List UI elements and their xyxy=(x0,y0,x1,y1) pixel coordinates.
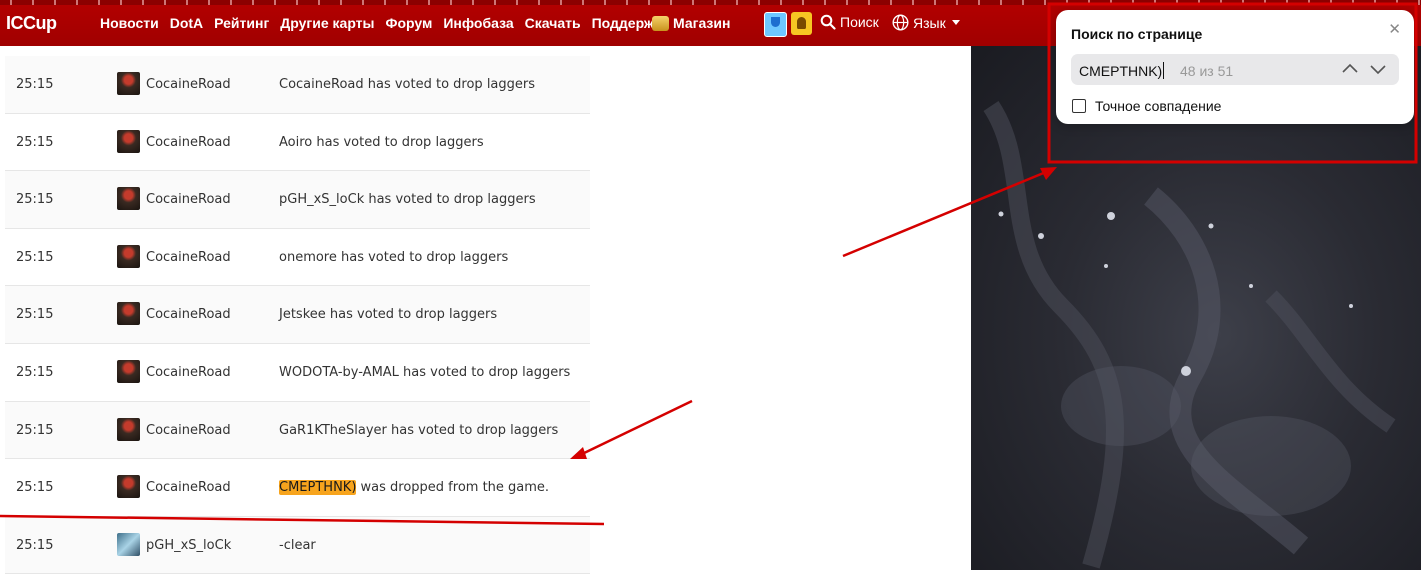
log-time: 25:15 xyxy=(16,192,54,208)
log-player[interactable]: CocaineRoad xyxy=(146,307,231,322)
globe-icon xyxy=(892,14,909,31)
game-log-table: 25:15 CocaineRoad CocaineRoad has voted … xyxy=(5,56,590,574)
garland-decoration xyxy=(0,0,1421,5)
log-message: GaR1KTheSlayer has voted to drop laggers xyxy=(279,422,559,438)
find-on-page-popup: Поиск по странице ✕ CMEPTHNK) 48 из 51 Т… xyxy=(1056,10,1414,124)
artwork-illustration xyxy=(983,101,1396,569)
find-query: CMEPTHNK) xyxy=(1079,63,1163,79)
find-input[interactable]: CMEPTHNK) xyxy=(1079,62,1165,79)
log-message: Jetskee has voted to drop laggers xyxy=(279,307,498,323)
log-message: Aoiro has voted to drop laggers xyxy=(279,134,484,150)
avatar xyxy=(117,72,140,95)
table-row: 25:15 CocaineRoad onemore has voted to d… xyxy=(5,228,590,287)
search-label: Поиск xyxy=(840,14,879,30)
main-nav: Новости DotA Рейтинг Другие карты Форум … xyxy=(100,15,669,31)
nav-item-rating[interactable]: Рейтинг xyxy=(214,15,269,31)
text-cursor xyxy=(1163,62,1165,79)
exact-match-label: Точное совпадение xyxy=(1095,98,1222,114)
language-selector[interactable]: Язык xyxy=(892,14,960,31)
avatar xyxy=(117,244,140,268)
log-message: CMEPTHNK) was dropped from the game. xyxy=(279,480,550,496)
nav-item-other-maps[interactable]: Другие карты xyxy=(280,15,374,31)
close-icon[interactable]: ✕ xyxy=(1388,20,1401,38)
table-row: 25:15 CocaineRoad CMEPTHNK) was dropped … xyxy=(5,459,590,517)
table-row: 25:15 CocaineRoad WODOTA-by-AMAL has vot… xyxy=(5,343,590,402)
log-time: 25:15 xyxy=(16,307,54,323)
find-title: Поиск по странице xyxy=(1071,26,1203,42)
user-profile-icon[interactable] xyxy=(764,12,787,37)
table-row: 25:15 pGH_xS_loCk -clear xyxy=(5,516,590,574)
table-row: 25:15 CocaineRoad CocaineRoad has voted … xyxy=(5,56,590,114)
log-player[interactable]: CocaineRoad xyxy=(146,192,231,207)
site-logo[interactable]: ICCup xyxy=(6,13,57,34)
log-player[interactable]: CocaineRoad xyxy=(146,77,231,92)
log-player[interactable]: CocaineRoad xyxy=(146,480,231,495)
log-time: 25:15 xyxy=(16,422,54,438)
log-message: CocaineRoad has voted to drop laggers xyxy=(279,77,536,92)
log-time: 25:15 xyxy=(16,480,54,496)
log-message: -clear xyxy=(279,537,316,553)
coins-icon xyxy=(652,15,669,31)
log-time: 25:15 xyxy=(16,249,54,265)
log-time: 25:15 xyxy=(16,537,54,553)
chevron-down-icon xyxy=(951,20,960,25)
table-row: 25:15 CocaineRoad pGH_xS_loCk has voted … xyxy=(5,171,590,229)
find-search-box[interactable]: CMEPTHNK) 48 из 51 xyxy=(1071,54,1399,85)
log-player[interactable]: CocaineRoad xyxy=(146,135,231,150)
avatar xyxy=(117,417,140,441)
nav-item-forum[interactable]: Форум xyxy=(386,15,433,31)
table-row: 25:15 CocaineRoad GaR1KTheSlayer has vot… xyxy=(5,401,590,460)
chevron-down-icon[interactable] xyxy=(1369,60,1387,78)
log-message-rest: was dropped from the game. xyxy=(356,480,550,496)
background-artwork xyxy=(971,46,1421,570)
avatar xyxy=(117,129,140,153)
language-label: Язык xyxy=(913,14,946,31)
chevron-up-icon[interactable] xyxy=(1341,60,1359,78)
search-link[interactable]: Поиск xyxy=(820,14,879,30)
avatar xyxy=(117,475,140,499)
log-time: 25:15 xyxy=(16,364,54,380)
account-icon[interactable] xyxy=(791,12,812,35)
exact-match-option[interactable]: Точное совпадение xyxy=(1072,98,1221,114)
search-match-highlight: CMEPTHNK) xyxy=(279,480,357,496)
table-row: 25:15 CocaineRoad Aoiro has voted to dro… xyxy=(5,113,590,172)
nav-item-infobase[interactable]: Инфобаза xyxy=(443,15,513,31)
log-time: 25:15 xyxy=(16,134,54,150)
log-player[interactable]: CocaineRoad xyxy=(146,365,231,380)
avatar xyxy=(117,532,140,556)
avatar xyxy=(117,187,140,211)
avatar xyxy=(117,359,140,383)
nav-item-shop[interactable]: Магазин xyxy=(652,15,730,31)
log-message: WODOTA-by-AMAL has voted to drop laggers xyxy=(279,364,571,380)
log-time: 25:15 xyxy=(16,77,54,92)
annotation-arrow xyxy=(579,399,693,457)
log-player[interactable]: pGH_xS_loCk xyxy=(146,538,231,553)
log-message: onemore has voted to drop laggers xyxy=(279,249,509,265)
avatar xyxy=(117,302,140,326)
shop-label: Магазин xyxy=(673,15,731,31)
exact-match-checkbox[interactable] xyxy=(1072,99,1086,113)
nav-item-news[interactable]: Новости xyxy=(100,15,159,31)
search-icon xyxy=(820,14,836,30)
log-player[interactable]: CocaineRoad xyxy=(146,250,231,265)
log-message: pGH_xS_loCk has voted to drop laggers xyxy=(279,192,536,208)
match-count: 48 из 51 xyxy=(1180,63,1234,79)
nav-item-dota[interactable]: DotA xyxy=(170,15,203,31)
log-player[interactable]: CocaineRoad xyxy=(146,423,231,438)
nav-item-download[interactable]: Скачать xyxy=(525,15,581,31)
table-row: 25:15 CocaineRoad Jetskee has voted to d… xyxy=(5,286,590,344)
